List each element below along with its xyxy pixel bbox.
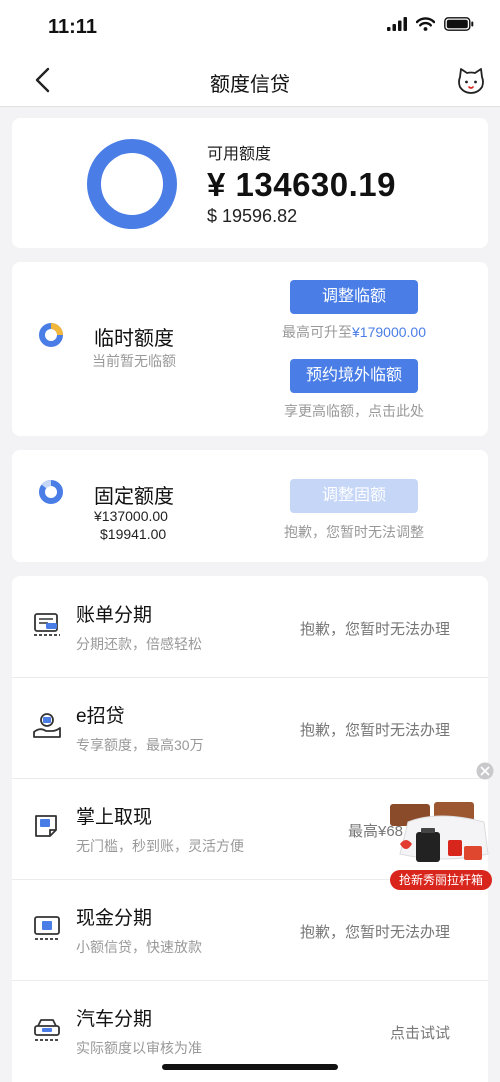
status-time: 11:11 (48, 16, 97, 38)
temp-limit-max-prefix: 最高可升至 (282, 324, 353, 340)
fixed-limit-title: 固定额度 (94, 486, 174, 508)
list-item-status: 抱歉，您暂时无法办理 (299, 924, 450, 941)
nav-bar: 额度信贷 (0, 54, 500, 107)
reserve-overseas-limit-button[interactable]: 预约境外临额 (290, 359, 418, 393)
status-bar: 11:11 (0, 0, 500, 54)
adjust-temp-limit-button[interactable]: 调整临额 (290, 280, 418, 314)
loan-hand-icon (33, 713, 61, 738)
fixed-limit-amount: ¥137000.00 (94, 508, 168, 524)
fixed-limit-card: 固定额度 ¥137000.00 $19941.00 调整固额 抱歉，您暂时无法调… (12, 450, 488, 562)
fixed-limit-note: 抱歉，您暂时无法调整 (284, 524, 424, 540)
promo-label[interactable]: 抢新秀丽拉杆箱 (390, 870, 492, 890)
promo-luggage-image (390, 802, 489, 862)
wifi-icon (416, 17, 435, 31)
page-title: 额度信贷 (210, 74, 290, 96)
list-item-status: 抱歉，您暂时无法办理 (299, 722, 450, 739)
list-item-cash-installment[interactable]: 现金分期 小额信贷，快速放款 抱歉，您暂时无法办理 (12, 879, 488, 981)
available-limit-usd: $ 19596.82 (207, 206, 298, 226)
signal-icon (387, 17, 407, 31)
car-icon (34, 1019, 60, 1041)
home-indicator (162, 1064, 338, 1070)
list-item-status: 点击试试 (389, 1025, 450, 1042)
list-item-subtitle: 无门槛，秒到账，灵活方便 (76, 838, 244, 854)
temp-limit-max-value: ¥179000.00 (352, 324, 426, 340)
battery-icon (444, 17, 474, 31)
promo-close-icon[interactable] (476, 762, 494, 780)
promo-floating-ad[interactable]: 抢新秀丽拉杆箱 (388, 762, 494, 890)
bill-installment-icon (34, 613, 60, 636)
mascot-cat-icon[interactable] (456, 66, 486, 96)
list-item-title: 账单分期 (76, 605, 153, 626)
temp-limit-title: 临时额度 (94, 328, 174, 350)
temp-limit-card: 临时额度 当前暂无临额 调整临额 最高可升至¥179000.00 预约境外临额 … (12, 262, 488, 436)
fixed-limit-usd: $19941.00 (100, 526, 167, 542)
list-item-title: 现金分期 (76, 908, 153, 929)
temp-limit-subtitle: 当前暂无临额 (92, 353, 176, 369)
available-limit-card: 可用额度 ¥ 134630.19 $ 19596.82 (12, 118, 488, 248)
available-limit-label: 可用额度 (207, 146, 272, 163)
available-limit-ring-chart (87, 139, 177, 229)
list-item-subtitle: 专享额度，最高30万 (76, 737, 204, 753)
list-item-subtitle: 分期还款，倍感轻松 (76, 636, 202, 652)
available-limit-amount: ¥ 134630.19 (207, 166, 397, 203)
temp-limit-max-note: 最高可升至¥179000.00 (268, 322, 440, 342)
reserve-note[interactable]: 享更高临额，点击此处 (268, 401, 440, 421)
cash-withdraw-icon (35, 815, 57, 837)
list-item-status: 抱歉，您暂时无法办理 (299, 621, 450, 638)
cash-installment-icon (34, 916, 60, 940)
list-item-title: 汽车分期 (76, 1009, 153, 1030)
fixed-limit-ring-icon (39, 480, 63, 504)
list-item-bill-installment[interactable]: 账单分期 分期还款，倍感轻松 抱歉，您暂时无法办理 (12, 576, 488, 678)
list-item-title: 掌上取现 (76, 807, 153, 828)
list-item-subtitle: 实际额度以审核为准 (76, 1040, 202, 1056)
adjust-fixed-limit-button[interactable]: 调整固额 (290, 479, 418, 513)
list-item-title: e招贷 (76, 706, 125, 727)
list-item-subtitle: 小额信贷，快速放款 (76, 939, 202, 955)
temp-limit-ring-icon (39, 323, 63, 347)
